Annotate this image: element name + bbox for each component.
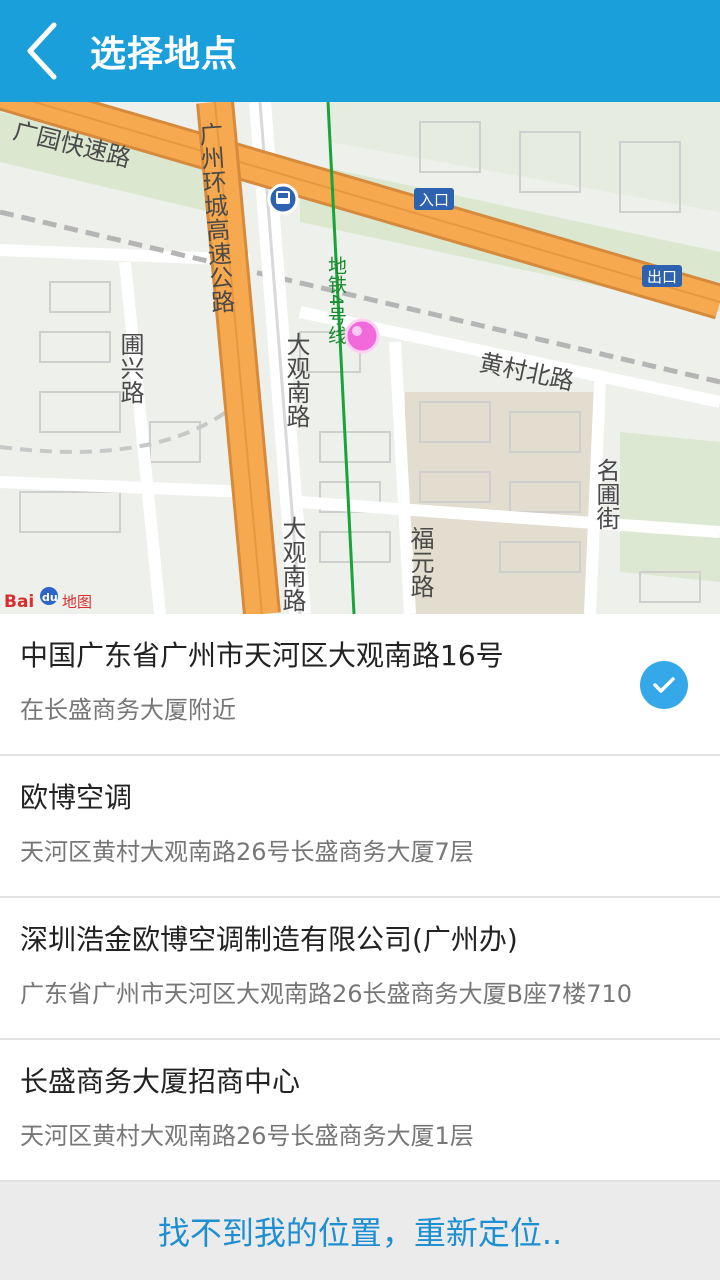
map-label-fuyuan-road: 福元路: [406, 526, 434, 598]
svg-text:Bai: Bai: [4, 592, 34, 612]
list-item[interactable]: 欧博空调 天河区黄村大观南路26号长盛商务大厦7层: [0, 756, 720, 898]
entrance-label: 入口: [419, 191, 449, 209]
map-label-daguan-south-2: 大观南路: [278, 516, 306, 612]
chevron-left-icon: [27, 22, 57, 80]
svg-text:地图: 地图: [62, 593, 92, 611]
bus-stop-icon[interactable]: [267, 183, 299, 215]
exit-label: 出口: [647, 268, 677, 286]
map-label-metro-line4: 地铁4号线: [325, 256, 347, 344]
location-list: 中国广东省广州市天河区大观南路16号 在长盛商务大厦附近 欧博空调 天河区黄村大…: [0, 614, 720, 1182]
back-button[interactable]: [0, 0, 84, 102]
map-label-puxing-road: 圃兴路: [116, 332, 144, 404]
list-item[interactable]: 深圳浩金欧博空调制造有限公司(广州办) 广东省广州市天河区大观南路26长盛商务大…: [0, 898, 720, 1040]
item-address: 广东省广州市天河区大观南路26长盛商务大厦B座7楼710: [20, 980, 633, 1008]
check-icon: [640, 661, 688, 709]
relocate-label: 找不到我的位置，重新定位..: [157, 1214, 563, 1252]
map-label-daguan-south-1: 大观南路: [282, 332, 310, 428]
item-address: 天河区黄村大观南路26号长盛商务大厦7层: [20, 838, 474, 866]
item-name: 欧博空调: [20, 781, 133, 814]
item-name: 长盛商务大厦招商中心: [20, 1065, 301, 1098]
map-view[interactable]: 广园快速路 黄村北路 广州环城高速公路 圃兴路 大观南路 大观南路 福元路 名圃…: [0, 102, 720, 614]
svg-text:du: du: [42, 591, 58, 604]
list-item[interactable]: 长盛商务大厦招商中心 天河区黄村大观南路26号长盛商务大厦1层: [0, 1040, 720, 1182]
list-item[interactable]: 中国广东省广州市天河区大观南路16号 在长盛商务大厦附近: [0, 614, 720, 756]
page-title: 选择地点: [90, 34, 239, 75]
item-name: 深圳浩金欧博空调制造有限公司(广州办): [20, 923, 518, 956]
item-address: 在长盛商务大厦附近: [20, 696, 236, 724]
item-address: 天河区黄村大观南路26号长盛商务大厦1层: [20, 1122, 474, 1150]
item-name: 中国广东省广州市天河区大观南路16号: [20, 639, 504, 672]
top-bar: 选择地点: [0, 0, 720, 102]
entrance-sign: 入口: [414, 188, 454, 210]
location-pin-icon[interactable]: [344, 318, 380, 354]
exit-sign: 出口: [642, 265, 682, 287]
map-label-mingpu-street: 名圃街: [592, 458, 620, 530]
relocate-button[interactable]: 找不到我的位置，重新定位..: [0, 1182, 720, 1280]
